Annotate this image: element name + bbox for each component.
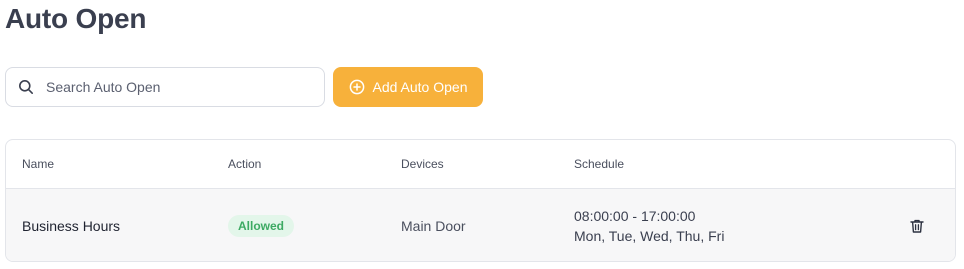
row-tools <box>879 214 955 238</box>
row-devices: Main Door <box>401 217 466 234</box>
schedule-days: Mon, Tue, Wed, Thu, Fri <box>574 227 725 244</box>
schedule-time: 08:00:00 - 17:00:00 <box>574 207 696 224</box>
table-header: Name Action Devices Schedule <box>6 140 955 189</box>
search-input[interactable] <box>46 79 306 95</box>
search-box[interactable] <box>5 67 325 107</box>
delete-button[interactable] <box>905 214 929 238</box>
trash-icon <box>909 218 925 234</box>
table-row[interactable]: Business Hours Allowed Main Door 08:00:0… <box>6 189 955 261</box>
plus-circle-icon <box>349 79 365 95</box>
column-header-devices[interactable]: Devices <box>401 157 574 171</box>
row-action: Allowed <box>228 214 401 237</box>
add-auto-open-button[interactable]: Add Auto Open <box>333 67 483 107</box>
row-name: Business Hours <box>22 217 121 234</box>
column-header-name[interactable]: Name <box>6 157 228 171</box>
column-header-schedule[interactable]: Schedule <box>574 157 879 171</box>
add-auto-open-label: Add Auto Open <box>372 79 468 95</box>
status-badge: Allowed <box>228 214 295 237</box>
toolbar: Add Auto Open <box>5 67 483 107</box>
row-schedule: 08:00:00 - 17:00:00 Mon, Tue, Wed, Thu, … <box>574 206 879 246</box>
page: Auto Open Add Auto Open N <box>0 0 964 269</box>
column-header-action[interactable]: Action <box>228 157 401 171</box>
search-icon <box>18 79 34 95</box>
page-title: Auto Open <box>5 3 147 34</box>
auto-open-table: Name Action Devices Schedule Business Ho… <box>5 139 956 262</box>
